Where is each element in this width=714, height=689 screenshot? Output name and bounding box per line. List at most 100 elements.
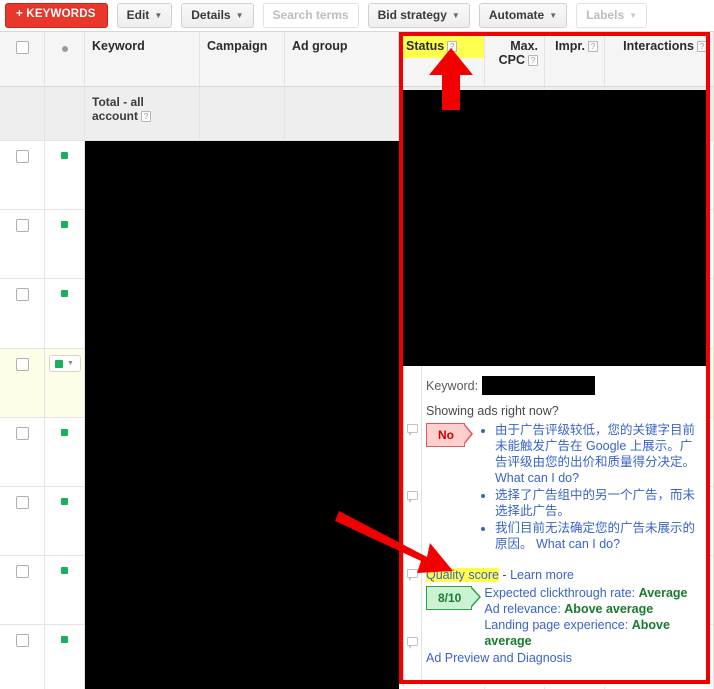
list-item: 我们目前无法确定您的广告未展示的原因。 What can I do?	[495, 520, 702, 552]
details-button-label: Details	[191, 8, 231, 22]
edit-button[interactable]: Edit ▼	[116, 3, 173, 28]
header-impr[interactable]: Impr.?	[545, 32, 605, 87]
list-item: 选择了广告组中的另一个广告，而未选择此广告。	[495, 487, 702, 519]
status-dot-icon	[61, 46, 68, 52]
search-terms-button-label: Search terms	[272, 8, 349, 22]
help-icon[interactable]: ?	[141, 111, 152, 122]
header-interactions[interactable]: Interactions?	[605, 32, 714, 87]
total-label-line1: Total - all	[92, 95, 144, 109]
select-all-checkbox[interactable]	[15, 41, 29, 54]
row-status-dot-cell	[45, 418, 85, 487]
add-keywords-button[interactable]: + KEYWORDS	[5, 3, 108, 28]
help-icon[interactable]: ?	[697, 41, 707, 52]
expected-ctr-value: Average	[638, 586, 688, 600]
total-campaign-cell	[200, 87, 285, 141]
row-checkbox-cell	[0, 210, 45, 279]
redacted-metrics-block	[403, 90, 710, 367]
row-status-dot-cell	[45, 141, 85, 210]
header-impr-label: Impr.	[555, 39, 585, 53]
chevron-down-icon: ▼	[154, 11, 163, 20]
status-enabled-icon	[55, 359, 64, 368]
showing-ads-status-badge: No	[426, 423, 473, 447]
bid-strategy-button[interactable]: Bid strategy ▼	[367, 3, 470, 28]
header-max-cpc[interactable]: Max. CPC?	[485, 32, 545, 87]
screen-root: + KEYWORDS Edit ▼ Details ▼ Search terms B…	[0, 0, 714, 689]
status-enabled-icon	[61, 567, 68, 574]
row-status-dot-cell	[45, 556, 85, 625]
edit-button-label: Edit	[126, 8, 150, 22]
comment-bubble-icon	[407, 424, 418, 436]
quality-score-badge: 8/10	[426, 586, 482, 610]
status-enabled-icon	[61, 221, 68, 228]
annotation-arrow-up	[429, 48, 473, 110]
quality-score-heading: Quality score - Learn more	[426, 567, 702, 583]
row-checkbox[interactable]	[15, 634, 29, 647]
header-interactions-label: Interactions	[623, 39, 694, 53]
quality-score-dash: -	[498, 568, 511, 582]
row-checkbox[interactable]	[15, 427, 29, 440]
row-status-dot-cell	[45, 279, 85, 349]
reason-text-2: 选择了广告组中的另一个广告，而未选择此广告。	[495, 488, 696, 518]
header-max-cpc-label-2: CPC	[498, 53, 525, 67]
landing-page-label: Landing page experience:	[484, 618, 632, 632]
ad-relevance-label: Ad relevance:	[484, 602, 565, 616]
annotation-arrow-diagonal	[335, 511, 453, 573]
row-checkbox[interactable]	[15, 288, 29, 301]
row-checkbox-cell	[0, 418, 45, 487]
row-status-dot-cell: ▼	[45, 349, 85, 418]
status-enabled-icon	[61, 290, 68, 297]
total-label-line2: account	[92, 109, 139, 123]
row-status-dot-cell	[45, 625, 85, 689]
ad-relevance-value: Above average	[564, 602, 654, 616]
popup-keyword-label: Keyword:	[426, 378, 479, 393]
header-campaign-label: Campaign	[207, 39, 268, 53]
chevron-down-icon: ▼	[629, 11, 638, 20]
reason-text-1: 由于广告评级较低，您的关键字目前未能触发广告在 Google 上展示。广告评级由…	[495, 423, 696, 469]
header-campaign[interactable]: Campaign	[200, 32, 285, 87]
details-button[interactable]: Details ▼	[181, 3, 254, 28]
chevron-down-icon: ▼	[549, 11, 558, 20]
search-terms-button[interactable]: Search terms	[262, 3, 359, 28]
header-keyword-label: Keyword	[92, 39, 145, 53]
quality-score-details: Expected clickthrough rate: Average Ad r…	[484, 585, 702, 649]
comment-bubble-icon	[407, 491, 418, 503]
comment-bubble-icon	[407, 637, 418, 649]
popup-reason-list: 由于广告评级较低，您的关键字目前未能触发广告在 Google 上展示。广告评级由…	[479, 422, 702, 553]
redacted-keyword-block	[85, 141, 399, 689]
popup-keyword-line: Keyword:	[426, 376, 702, 395]
redacted-keyword-value	[482, 376, 596, 395]
header-ad-group[interactable]: Ad group	[285, 32, 399, 87]
what-can-i-do-link[interactable]: What can I do?	[495, 471, 579, 485]
labels-button[interactable]: Labels ▼	[576, 3, 648, 28]
help-icon[interactable]: ?	[528, 55, 538, 66]
row-checkbox[interactable]	[15, 496, 29, 509]
row-checkbox-cell	[0, 279, 45, 349]
what-can-i-do-link[interactable]: What can I do?	[536, 537, 620, 551]
row-checkbox[interactable]	[15, 565, 29, 578]
automate-button[interactable]: Automate ▼	[478, 3, 568, 28]
table-header-row: Keyword Campaign Ad group Status? Max. CP…	[0, 32, 714, 87]
popup-showing-question: Showing ads right now?	[426, 404, 559, 418]
row-checkbox[interactable]	[15, 150, 29, 163]
header-max-cpc-label-1: Max.	[510, 39, 538, 53]
row-checkbox-cell	[0, 141, 45, 210]
popup-status-section: No 由于广告评级较低，您的关键字目前未能触发广告在 Google 上展示。广告…	[426, 422, 702, 553]
header-keyword[interactable]: Keyword	[85, 32, 200, 87]
row-checkbox[interactable]	[15, 358, 29, 371]
bid-strategy-button-label: Bid strategy	[377, 8, 447, 22]
automate-button-label: Automate	[488, 8, 545, 22]
status-enabled-icon	[61, 636, 68, 643]
total-label-cell: Total - all account?	[85, 87, 200, 141]
chevron-down-icon: ▼	[451, 11, 460, 20]
status-dot-dropdown[interactable]: ▼	[48, 355, 81, 372]
row-checkbox-cell	[0, 625, 45, 689]
toolbar: + KEYWORDS Edit ▼ Details ▼ Search terms B…	[0, 0, 714, 31]
header-ad-group-label: Ad group	[292, 39, 348, 53]
help-icon[interactable]: ?	[588, 41, 598, 52]
total-dot-cell	[45, 87, 85, 141]
status-enabled-icon	[61, 429, 68, 436]
row-checkbox-cell	[0, 556, 45, 625]
ad-preview-and-diagnosis-link[interactable]: Ad Preview and Diagnosis	[426, 651, 572, 665]
row-checkbox[interactable]	[15, 219, 29, 232]
learn-more-link[interactable]: Learn more	[510, 568, 574, 582]
